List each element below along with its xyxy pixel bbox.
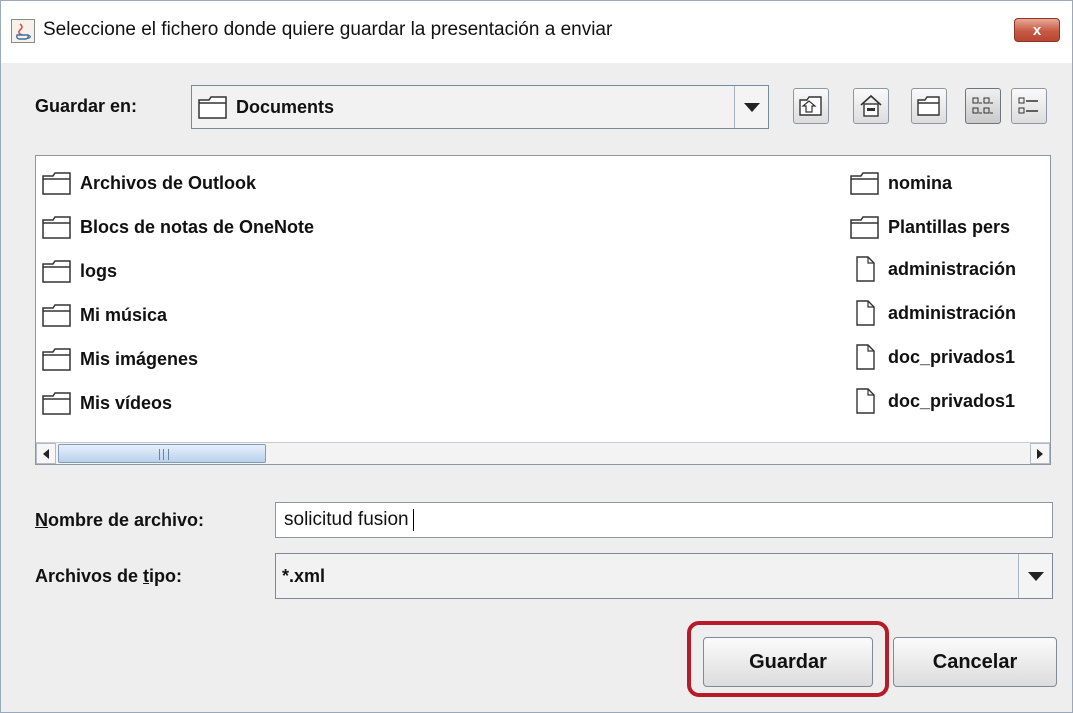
list-item-label: Archivos de Outlook bbox=[80, 172, 257, 193]
folder-icon bbox=[42, 392, 71, 415]
list-item-label: logs bbox=[80, 260, 118, 281]
folder-icon bbox=[42, 304, 71, 327]
arrow-right-icon bbox=[1037, 448, 1043, 459]
list-item[interactable]: Archivos de Outlook bbox=[42, 170, 256, 196]
chevron-down-icon[interactable] bbox=[1018, 554, 1052, 598]
scroll-left-button[interactable] bbox=[36, 443, 56, 464]
folder-icon bbox=[42, 172, 71, 195]
list-item[interactable]: doc_privados1 bbox=[850, 388, 1015, 414]
scrollbar-thumb[interactable] bbox=[58, 444, 266, 463]
file-icon bbox=[856, 344, 875, 370]
filename-input[interactable]: solicitud fusion bbox=[275, 502, 1053, 538]
list-view-icon bbox=[972, 97, 993, 114]
close-icon: x bbox=[1032, 21, 1042, 39]
folder-icon bbox=[850, 216, 879, 239]
filename-label: Nombre de archivo: bbox=[35, 510, 205, 530]
window-title: Seleccione el fichero donde quiere guard… bbox=[43, 19, 613, 40]
filetype-value: *.xml bbox=[282, 566, 326, 586]
home-icon bbox=[860, 94, 882, 117]
arrow-left-icon bbox=[43, 448, 49, 459]
list-item-label: administración bbox=[888, 258, 1017, 279]
details-view-icon bbox=[1018, 97, 1038, 114]
lookin-label: Guardar en: bbox=[35, 96, 138, 116]
file-list[interactable]: Archivos de Outlook Blocs de notas de On… bbox=[35, 155, 1051, 465]
list-item-label: doc_privados1 bbox=[888, 390, 1016, 411]
list-item[interactable]: doc_privados1 bbox=[850, 344, 1015, 370]
close-button[interactable]: x bbox=[1014, 18, 1060, 42]
horizontal-scrollbar[interactable] bbox=[36, 442, 1050, 464]
save-dialog: Seleccione el fichero donde quiere guard… bbox=[0, 0, 1073, 713]
list-item[interactable]: Mi música bbox=[42, 302, 167, 328]
lookin-value: Documents bbox=[236, 97, 335, 117]
file-icon bbox=[856, 388, 875, 414]
cancel-button[interactable]: Cancelar bbox=[893, 637, 1057, 687]
list-item-label: Plantillas pers bbox=[888, 216, 1011, 237]
filename-value: solicitud fusion bbox=[284, 509, 409, 531]
filetype-combo[interactable]: *.xml bbox=[275, 553, 1053, 599]
file-icon bbox=[856, 256, 875, 282]
list-item[interactable]: Blocs de notas de OneNote bbox=[42, 214, 314, 240]
list-item-label: doc_privados1 bbox=[888, 346, 1016, 367]
folder-icon bbox=[42, 260, 71, 283]
chevron-down-icon[interactable] bbox=[734, 86, 768, 128]
folder-icon bbox=[198, 95, 228, 119]
folder-icon bbox=[42, 216, 71, 239]
details-view-button[interactable] bbox=[1011, 88, 1047, 124]
list-item-label: Blocs de notas de OneNote bbox=[80, 216, 315, 237]
scroll-right-button[interactable] bbox=[1030, 443, 1050, 464]
up-one-level-button[interactable] bbox=[793, 88, 829, 124]
up-folder-icon bbox=[799, 96, 822, 116]
title-bar: Seleccione el fichero donde quiere guard… bbox=[1, 1, 1072, 63]
list-item-label: administración bbox=[888, 302, 1017, 323]
new-folder-icon bbox=[917, 96, 940, 116]
list-view-button[interactable] bbox=[965, 88, 1001, 124]
new-folder-button[interactable] bbox=[911, 88, 947, 124]
lookin-combo[interactable]: Documents bbox=[191, 85, 769, 129]
list-item[interactable]: Mis imágenes bbox=[42, 346, 198, 372]
list-item-label: Mis imágenes bbox=[80, 348, 199, 369]
list-item[interactable]: Mis vídeos bbox=[42, 390, 172, 416]
list-item[interactable]: Plantillas pers bbox=[850, 214, 1010, 240]
java-app-icon bbox=[11, 19, 35, 43]
filetype-label: Archivos de tipo: bbox=[35, 566, 183, 586]
list-item[interactable]: logs bbox=[42, 258, 117, 284]
list-item-label: Mi música bbox=[80, 304, 168, 325]
list-item[interactable]: administración bbox=[850, 300, 1016, 326]
list-item[interactable]: administración bbox=[850, 256, 1016, 282]
list-item-label: nomina bbox=[888, 172, 953, 193]
list-item-label: Mis vídeos bbox=[80, 392, 173, 413]
home-button[interactable] bbox=[853, 88, 889, 124]
folder-icon bbox=[42, 348, 71, 371]
folder-icon bbox=[850, 172, 879, 195]
list-item[interactable]: nomina bbox=[850, 170, 952, 196]
save-highlight-annotation bbox=[687, 621, 889, 697]
file-icon bbox=[856, 300, 875, 326]
